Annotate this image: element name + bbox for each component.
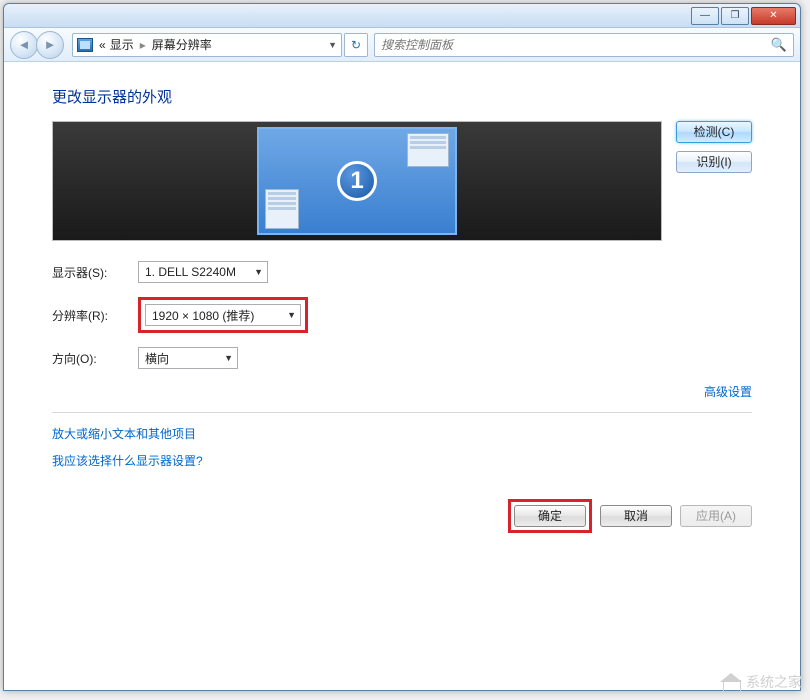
advanced-settings-link[interactable]: 高级设置 bbox=[704, 383, 752, 400]
address-dropdown-icon[interactable]: ▼ bbox=[328, 40, 337, 50]
dialog-buttons: 确定 取消 应用(A) bbox=[52, 499, 752, 533]
display-preview-row: 1 检测(C) 识别(I) bbox=[52, 121, 752, 241]
display-value: 1. DELL S2240M bbox=[145, 265, 236, 279]
resolution-dropdown[interactable]: 1920 × 1080 (推荐) ▼ bbox=[145, 304, 301, 326]
resolution-row: 分辨率(R): 1920 × 1080 (推荐) ▼ bbox=[52, 297, 752, 333]
back-button[interactable]: ◄ bbox=[10, 31, 38, 59]
display-dropdown[interactable]: 1. DELL S2240M ▼ bbox=[138, 261, 268, 283]
breadcrumb-prefix: « bbox=[99, 38, 106, 52]
minimize-button[interactable]: — bbox=[691, 7, 719, 25]
orientation-value: 横向 bbox=[145, 350, 169, 367]
breadcrumb-display[interactable]: 显示 bbox=[110, 36, 134, 53]
monitor-number-badge: 1 bbox=[337, 161, 377, 201]
orientation-label: 方向(O): bbox=[52, 350, 138, 367]
which-settings-link[interactable]: 我应该选择什么显示器设置? bbox=[52, 452, 752, 469]
address-bar[interactable]: « 显示 ▸ 屏幕分辨率 ▼ bbox=[72, 33, 342, 57]
forward-button[interactable]: ► bbox=[36, 31, 64, 59]
watermark-text: 系统之家 bbox=[746, 672, 802, 692]
watermark: 系统之家 bbox=[720, 672, 802, 692]
control-panel-icon bbox=[77, 38, 93, 52]
resolution-label: 分辨率(R): bbox=[52, 307, 138, 324]
cancel-button[interactable]: 取消 bbox=[600, 505, 672, 527]
advanced-row: 高级设置 bbox=[52, 383, 752, 400]
preview-window-icon bbox=[407, 133, 449, 167]
content-area: 更改显示器的外观 1 检测(C) 识别(I) 显示器(S): bbox=[4, 62, 800, 533]
apply-button: 应用(A) bbox=[680, 505, 752, 527]
display-row: 显示器(S): 1. DELL S2240M ▼ bbox=[52, 261, 752, 283]
display-label: 显示器(S): bbox=[52, 264, 138, 281]
navbar: ◄ ► « 显示 ▸ 屏幕分辨率 ▼ ↻ 🔍 bbox=[4, 28, 800, 62]
nav-arrows: ◄ ► bbox=[10, 31, 64, 59]
search-bar[interactable]: 🔍 bbox=[374, 33, 794, 57]
preview-window-icon bbox=[265, 189, 299, 229]
preview-side-buttons: 检测(C) 识别(I) bbox=[676, 121, 752, 173]
text-size-link[interactable]: 放大或缩小文本和其他项目 bbox=[52, 425, 752, 442]
help-links: 放大或缩小文本和其他项目 我应该选择什么显示器设置? bbox=[52, 425, 752, 469]
house-icon bbox=[720, 673, 742, 691]
monitor-1[interactable]: 1 bbox=[257, 127, 457, 235]
resolution-highlight: 1920 × 1080 (推荐) ▼ bbox=[138, 297, 308, 333]
search-input[interactable] bbox=[381, 38, 771, 52]
search-icon[interactable]: 🔍 bbox=[771, 37, 787, 53]
titlebar: — ❐ ✕ bbox=[4, 4, 800, 28]
display-preview[interactable]: 1 bbox=[52, 121, 662, 241]
chevron-down-icon: ▼ bbox=[224, 353, 233, 363]
breadcrumb-resolution[interactable]: 屏幕分辨率 bbox=[152, 36, 212, 53]
refresh-button[interactable]: ↻ bbox=[344, 33, 368, 57]
orientation-row: 方向(O): 横向 ▼ bbox=[52, 347, 752, 369]
close-button[interactable]: ✕ bbox=[751, 7, 796, 25]
identify-button[interactable]: 识别(I) bbox=[676, 151, 752, 173]
ok-button[interactable]: 确定 bbox=[514, 505, 586, 527]
breadcrumb-separator: ▸ bbox=[140, 38, 146, 52]
orientation-dropdown[interactable]: 横向 ▼ bbox=[138, 347, 238, 369]
display-settings-window: — ❐ ✕ ◄ ► « 显示 ▸ 屏幕分辨率 ▼ ↻ 🔍 更改显示器的外观 bbox=[3, 3, 801, 691]
detect-button[interactable]: 检测(C) bbox=[676, 121, 752, 143]
chevron-down-icon: ▼ bbox=[287, 310, 296, 320]
maximize-button[interactable]: ❐ bbox=[721, 7, 749, 25]
chevron-down-icon: ▼ bbox=[254, 267, 263, 277]
ok-highlight: 确定 bbox=[508, 499, 592, 533]
page-title: 更改显示器的外观 bbox=[52, 86, 752, 107]
divider bbox=[52, 412, 752, 413]
resolution-value: 1920 × 1080 (推荐) bbox=[152, 307, 254, 324]
